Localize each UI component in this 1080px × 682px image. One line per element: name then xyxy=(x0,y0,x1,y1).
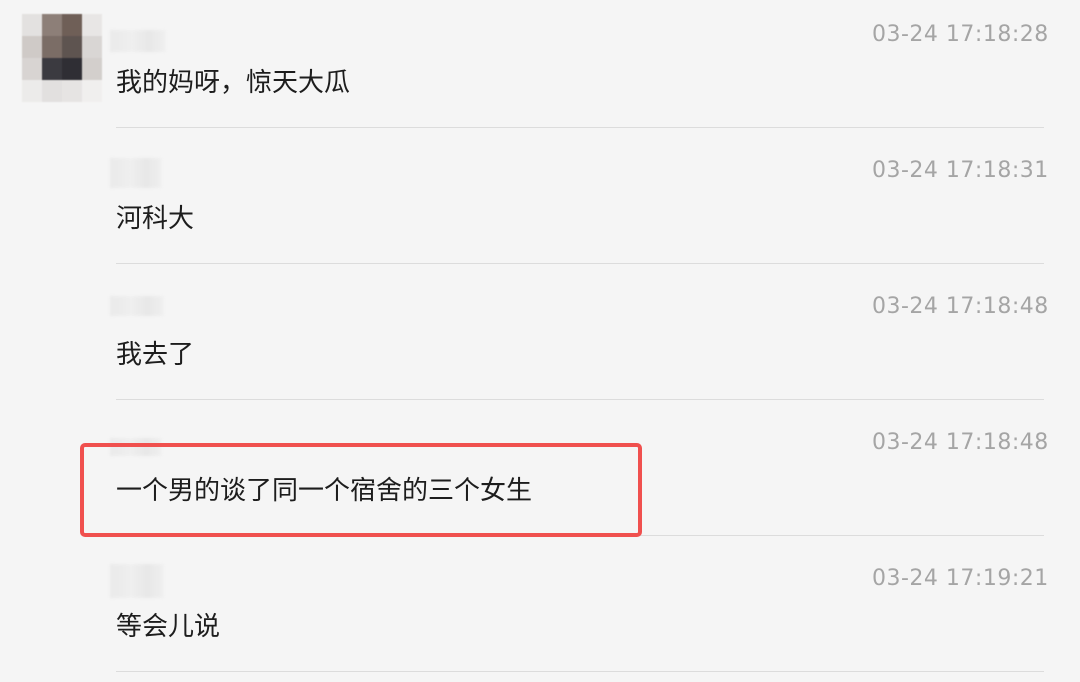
sender-name-blurred xyxy=(110,296,164,316)
message-timestamp: 03-24 17:19:21 xyxy=(872,566,1049,591)
chat-message-list: 03-24 17:18:28 我的妈呀，惊天大瓜 03-24 17:18:31 … xyxy=(0,0,1080,682)
divider xyxy=(116,127,1044,128)
chat-message: 03-24 17:19:21 等会儿说 xyxy=(0,544,1080,680)
divider xyxy=(116,263,1044,264)
chat-message: 03-24 17:18:48 我去了 xyxy=(0,272,1080,408)
message-timestamp: 03-24 17:18:48 xyxy=(872,294,1049,319)
chat-message: 03-24 17:18:28 我的妈呀，惊天大瓜 xyxy=(0,0,1080,136)
sender-name-blurred xyxy=(110,30,166,52)
sender-name-blurred xyxy=(110,158,162,188)
message-text: 我去了 xyxy=(116,340,195,370)
divider xyxy=(116,399,1044,400)
avatar[interactable] xyxy=(22,14,102,102)
message-timestamp: 03-24 17:18:48 xyxy=(872,430,1049,455)
message-timestamp: 03-24 17:18:28 xyxy=(872,22,1049,47)
highlight-box xyxy=(80,443,642,537)
message-timestamp: 03-24 17:18:31 xyxy=(872,158,1049,183)
chat-message: 03-24 17:18:31 河科大 xyxy=(0,136,1080,272)
message-text: 我的妈呀，惊天大瓜 xyxy=(116,68,351,98)
message-text: 河科大 xyxy=(116,204,195,234)
message-text: 等会儿说 xyxy=(116,612,221,642)
sender-name-blurred xyxy=(110,564,164,598)
divider xyxy=(116,671,1044,672)
